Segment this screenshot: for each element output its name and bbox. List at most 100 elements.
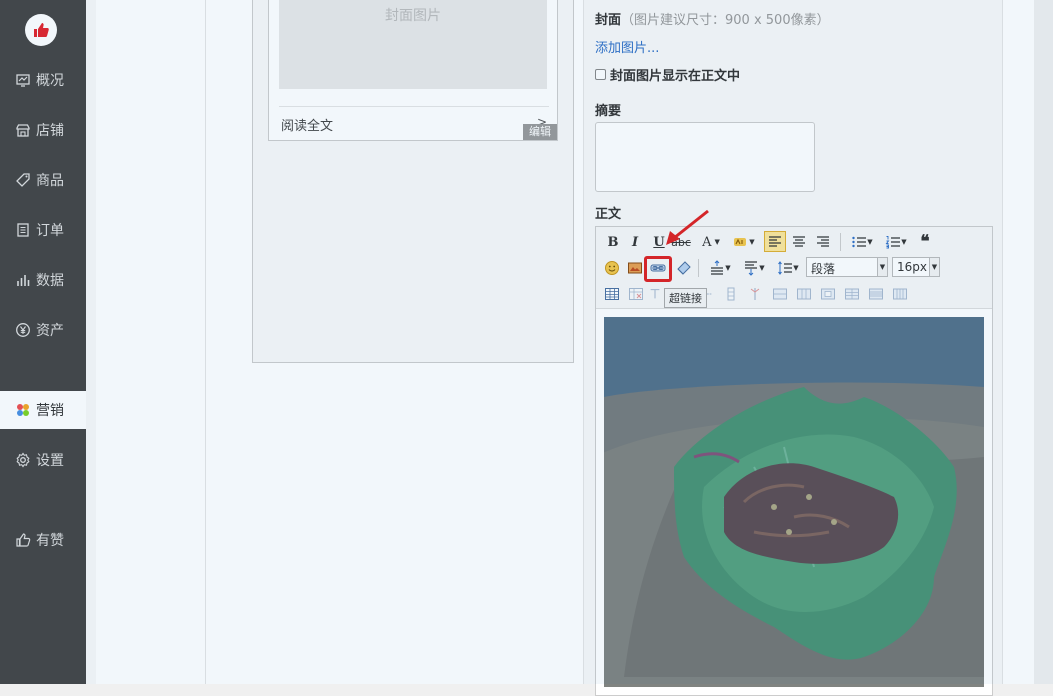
dropdown-caret-icon: ▼ (759, 264, 765, 272)
show-cover-option[interactable]: 封面图片显示在正文中 (595, 65, 740, 84)
dropdown-caret-icon: ▼ (714, 238, 720, 246)
order-icon (17, 223, 29, 237)
add-image-link[interactable]: 添加图片... (595, 37, 659, 56)
edit-badge[interactable]: 编辑 (523, 124, 557, 140)
font-size-select[interactable]: 16px ▼ (892, 257, 940, 277)
paragraph-spacing-icon (711, 260, 724, 275)
highlight-color-button[interactable]: ▼ (730, 232, 758, 252)
marketing-icon (17, 404, 29, 416)
sidebar-item-data[interactable]: 数据 (0, 261, 86, 299)
sidebar-item-youzan[interactable]: 有赞 (0, 521, 86, 559)
table-caption-button[interactable] (648, 284, 662, 304)
summary-textarea[interactable] (595, 122, 815, 192)
table-icon (605, 288, 619, 300)
article-edit-form: 封面（图片建议尺寸：900 x 500像素） 添加图片... 封面图片显示在正文… (583, 0, 1003, 696)
read-all-text: 阅读全文 (281, 119, 334, 134)
logo[interactable] (25, 14, 57, 46)
editor-toolbar: B I U abc A ▼ ▼ ▼ ▼ ❝ ▼ ▼ ▼ 段落 ▼ 16px ▼ … (596, 227, 992, 309)
show-cover-checkbox[interactable] (595, 69, 606, 80)
emoji-button[interactable] (602, 258, 622, 278)
summary-label: 摘要 (595, 104, 622, 119)
food-photo (604, 317, 984, 687)
insert-column-button[interactable] (722, 284, 740, 304)
thumbs-up-icon (16, 533, 31, 547)
sub-navigation (86, 0, 96, 684)
insert-image-button[interactable] (625, 258, 645, 278)
sidebar-item-label: 资产 (36, 323, 64, 339)
chevron-down-icon: ▼ (877, 258, 887, 276)
cover-placeholder: 封面图片 (279, 0, 547, 89)
italic-button[interactable]: I (626, 232, 644, 252)
numbered-list-icon (885, 236, 901, 249)
dropdown-caret-icon: ▼ (901, 238, 907, 246)
column-divider (205, 0, 206, 684)
delete-table-button[interactable] (626, 284, 646, 304)
split-cells-button[interactable] (842, 284, 862, 304)
dropdown-caret-icon: ▼ (749, 238, 755, 246)
article-body-image[interactable] (604, 317, 984, 687)
delete-table-icon (629, 288, 643, 300)
highlight-icon (734, 238, 747, 246)
merge-right-button[interactable] (794, 284, 814, 304)
text-indent-button[interactable]: ▼ (740, 258, 768, 278)
body-label: 正文 (595, 207, 622, 222)
sidebar-item-marketing[interactable]: 营销 (0, 391, 86, 429)
hyperlink-tooltip: 超链接 (664, 288, 707, 308)
align-right-button[interactable] (812, 232, 834, 252)
dashboard-icon (16, 74, 30, 87)
merge-cells-button[interactable] (770, 284, 790, 304)
bullet-list-icon (852, 236, 867, 248)
clear-format-button[interactable] (674, 258, 694, 278)
paragraph-select[interactable]: 段落 ▼ (806, 257, 888, 277)
article-preview-card[interactable]: 封面图片 阅读全文 > 编辑 (268, 0, 558, 141)
rich-text-editor[interactable]: B I U abc A ▼ ▼ ▼ ▼ ❝ ▼ ▼ ▼ 段落 ▼ 16px ▼ … (595, 226, 993, 696)
bullet-list-button[interactable]: ▼ (848, 232, 876, 252)
sidebar-item-label: 概况 (36, 73, 64, 89)
red-pointer-arrow-icon (666, 209, 709, 245)
cover-label-text: 封面 (595, 13, 622, 28)
align-left-icon (769, 235, 781, 247)
line-height-button[interactable]: ▼ (774, 258, 802, 278)
numbered-list-button[interactable]: ▼ (882, 232, 910, 252)
align-left-button[interactable] (764, 231, 786, 252)
split-columns-button[interactable] (890, 284, 910, 304)
store-icon (16, 124, 30, 137)
paragraph-select-value: 段落 (811, 262, 836, 276)
sidebar-item-label: 营销 (36, 403, 64, 419)
gear-icon (16, 452, 30, 468)
cover-label: 封面（图片建议尺寸：900 x 500像素） (595, 9, 830, 28)
blockquote-button[interactable]: ❝ (914, 232, 936, 252)
insert-column-icon (727, 287, 735, 301)
merge-down-button[interactable] (818, 284, 838, 304)
sidebar-item-label: 订单 (36, 223, 64, 239)
sidebar-item-store[interactable]: 店铺 (0, 111, 86, 149)
align-right-icon (817, 236, 829, 247)
eraser-icon (677, 261, 691, 275)
thumbs-up-logo-icon (34, 23, 49, 37)
toolbar-separator (840, 233, 841, 251)
show-cover-label: 封面图片显示在正文中 (610, 69, 741, 84)
insert-table-button[interactable] (602, 284, 622, 304)
bold-button[interactable]: B (604, 232, 622, 252)
font-size-select-value: 16px (897, 260, 927, 274)
sidebar-item-products[interactable]: 商品 (0, 161, 86, 199)
paragraph-spacing-button[interactable]: ▼ (706, 258, 734, 278)
sidebar-item-settings[interactable]: 设置 (0, 441, 86, 479)
sidebar: 概况 店铺 商品 订单 数据 资产 营销 设置 有赞 (0, 0, 86, 684)
merge-down-icon (821, 288, 835, 300)
image-icon (628, 262, 642, 274)
sidebar-item-orders[interactable]: 订单 (0, 211, 86, 249)
split-rows-icon (869, 288, 883, 300)
sidebar-item-label: 有赞 (36, 533, 64, 549)
split-rows-button[interactable] (866, 284, 886, 304)
sidebar-item-overview[interactable]: 概况 (0, 61, 86, 99)
hyperlink-highlight-box (644, 256, 672, 282)
table-caption-icon (650, 289, 660, 299)
card-divider (279, 106, 549, 107)
delete-column-icon (750, 288, 760, 300)
delete-column-button[interactable] (746, 284, 764, 304)
dropdown-caret-icon: ▼ (725, 264, 731, 272)
sidebar-item-assets[interactable]: 资产 (0, 311, 86, 349)
align-center-icon (793, 236, 805, 247)
align-center-button[interactable] (788, 232, 810, 252)
